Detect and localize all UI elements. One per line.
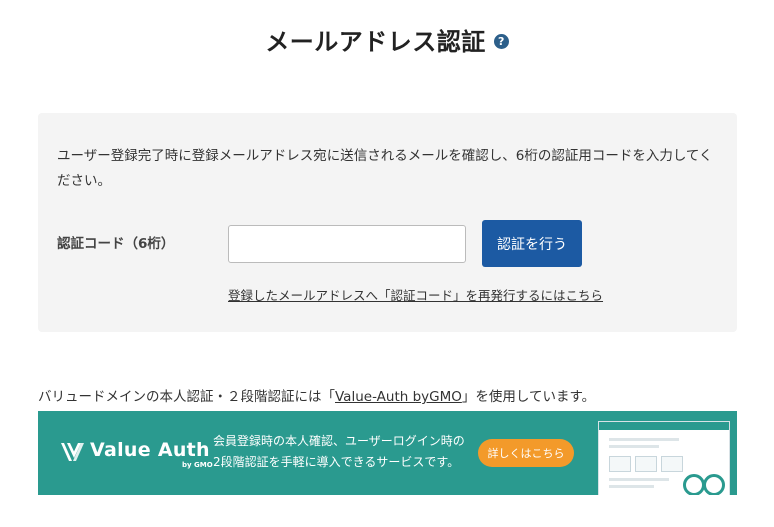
- value-auth-banner[interactable]: Value Auth by GMO 会員登録時の本人確認、ユーザーログイン時の …: [38, 411, 737, 495]
- preview-card: [635, 456, 657, 472]
- page-title: メールアドレス認証: [265, 28, 486, 56]
- preview-ring-chart: [703, 474, 725, 495]
- instruction-text: ユーザー登録完了時に登録メールアドレス宛に送信されるメールを確認し、6桁の認証用…: [57, 148, 713, 189]
- notice-prefix: バリュードメインの本人認証・２段階認証には「: [38, 389, 335, 405]
- service-screenshot-preview: [598, 421, 730, 495]
- page-header: メールアドレス認証?: [0, 22, 774, 57]
- notice-suffix: 」を使用しています。: [461, 389, 596, 405]
- preview-ring-chart: [683, 474, 705, 495]
- value-auth-logo-mark-icon: [61, 443, 84, 461]
- banner-description: 会員登録時の本人確認、ユーザーログイン時の 2段階認証を手軽に導入できるサービス…: [213, 431, 465, 473]
- preview-card: [609, 456, 631, 472]
- verification-panel: ユーザー登録完了時に登録メールアドレス宛に送信されるメールを確認し、6桁の認証用…: [38, 113, 737, 332]
- preview-card: [661, 456, 683, 472]
- logo-wordmark: Value Auth: [90, 439, 210, 461]
- code-label: 認証コード（6桁）: [57, 236, 175, 252]
- preview-text-line: [609, 485, 654, 488]
- preview-text-line: [609, 445, 659, 448]
- question-icon[interactable]: ?: [493, 34, 509, 49]
- banner-line-2: 2段階認証を手軽に導入できるサービスです。: [213, 455, 460, 469]
- verification-code-input[interactable]: [228, 225, 466, 263]
- auth-service-notice: バリュードメインの本人認証・２段階認証には「Value-Auth byGMO」を…: [38, 385, 595, 405]
- details-button[interactable]: 詳しくはこちら: [478, 439, 574, 467]
- preview-header-bar: [599, 422, 729, 430]
- value-auth-link[interactable]: Value-Auth byGMO: [335, 389, 462, 405]
- preview-text-line: [609, 438, 679, 441]
- banner-line-1: 会員登録時の本人確認、ユーザーログイン時の: [213, 434, 465, 448]
- logo-byline: by GMO: [182, 461, 213, 469]
- verify-button[interactable]: 認証を行う: [482, 220, 582, 267]
- preview-text-line: [609, 478, 669, 481]
- reissue-code-link[interactable]: 登録したメールアドレスへ「認証コード」を再発行するにはこちら: [228, 285, 603, 304]
